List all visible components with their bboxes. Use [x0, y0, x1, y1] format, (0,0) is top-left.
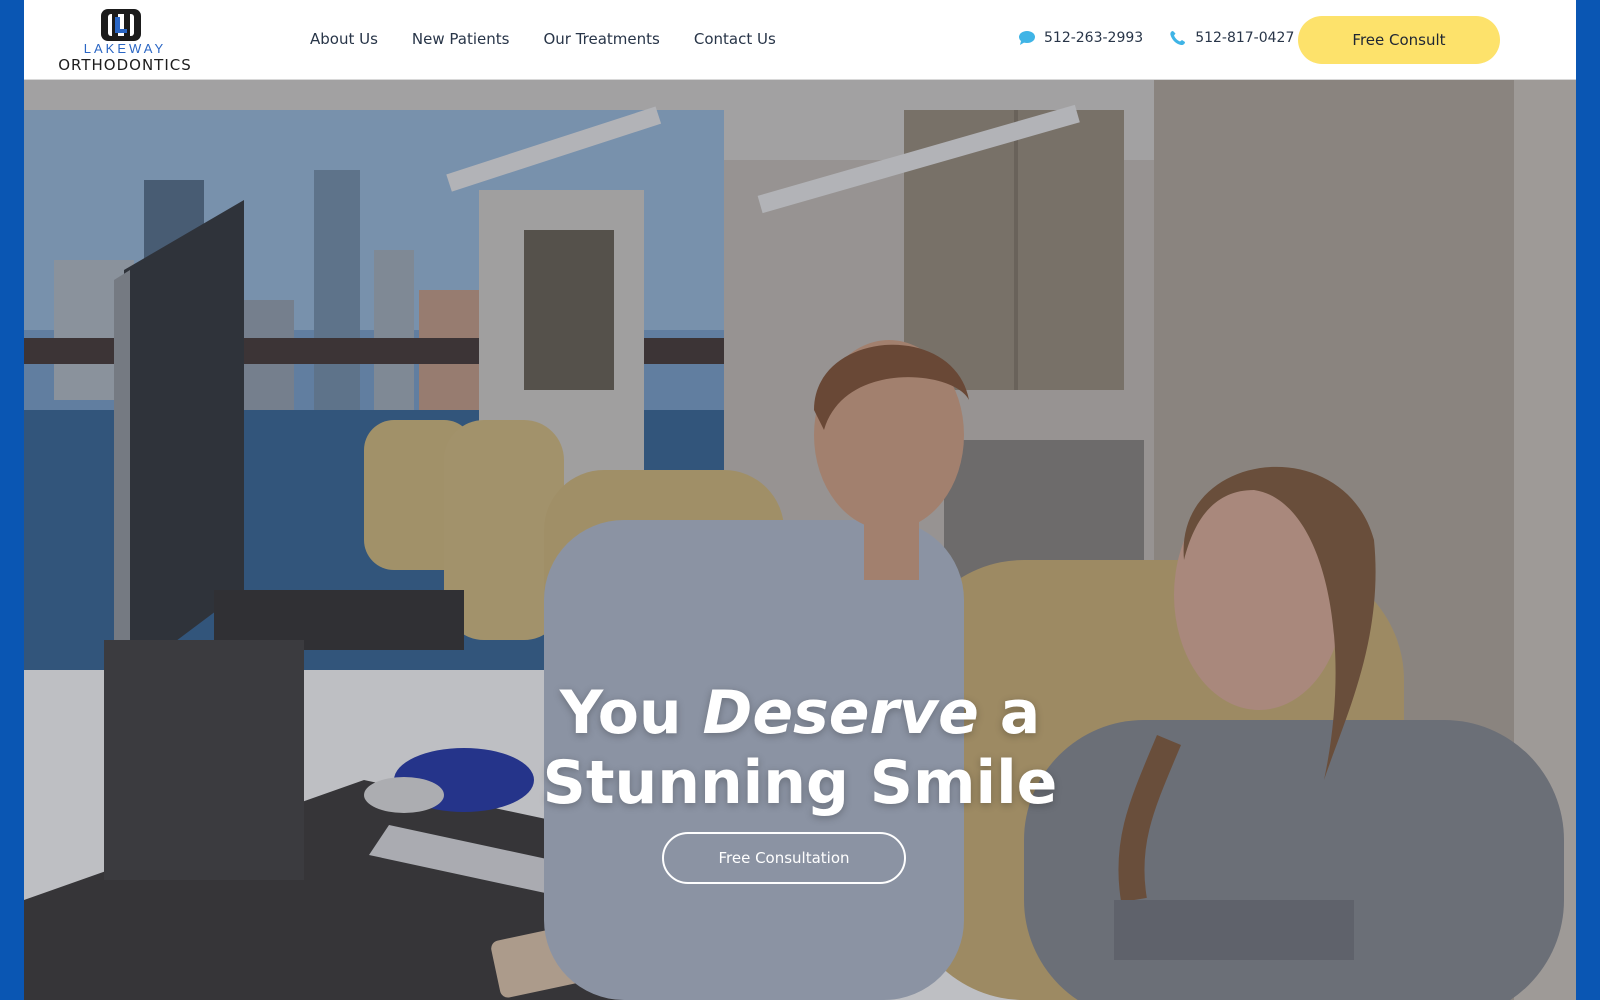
text-phone-number: 512-263-2993: [1044, 30, 1144, 46]
page-frame: LAKEWAY ORTHODONTICS About Us New Patien…: [24, 0, 1576, 1000]
phone-icon: [1170, 31, 1186, 46]
chat-bubble-icon: [1019, 31, 1035, 45]
free-consult-button[interactable]: Free Consult: [1298, 16, 1500, 64]
hero-section: You Deserve a Stunning Smile Free Consul…: [24, 80, 1576, 1000]
logo[interactable]: LAKEWAY ORTHODONTICS: [52, 8, 198, 74]
nav-our-treatments[interactable]: Our Treatments: [543, 28, 659, 50]
hero-headline-emphasis: Deserve: [702, 678, 979, 748]
hero-headline-start: You: [559, 678, 703, 748]
text-phone-link[interactable]: 512-263-2993: [1018, 28, 1143, 48]
call-phone-number: 512-817-0427: [1195, 30, 1295, 46]
site-header: LAKEWAY ORTHODONTICS About Us New Patien…: [24, 0, 1576, 80]
hero-headline: You Deserve a Stunning Smile: [400, 678, 1200, 818]
free-consultation-button[interactable]: Free Consultation: [662, 832, 906, 884]
nav-about-us[interactable]: About Us: [310, 28, 378, 50]
logo-wordmark-top: LAKEWAY: [83, 41, 167, 56]
logo-wordmark-bottom: ORTHODONTICS: [58, 56, 192, 74]
nav-new-patients[interactable]: New Patients: [412, 28, 510, 50]
nav-contact-us[interactable]: Contact Us: [694, 28, 776, 50]
main-nav: About Us New Patients Our Treatments Con…: [310, 28, 810, 50]
call-phone-link[interactable]: 512-817-0427: [1169, 28, 1294, 48]
logo-mark-icon: [101, 9, 141, 41]
phone-links: 512-263-2993 512-817-0427: [1018, 28, 1320, 48]
